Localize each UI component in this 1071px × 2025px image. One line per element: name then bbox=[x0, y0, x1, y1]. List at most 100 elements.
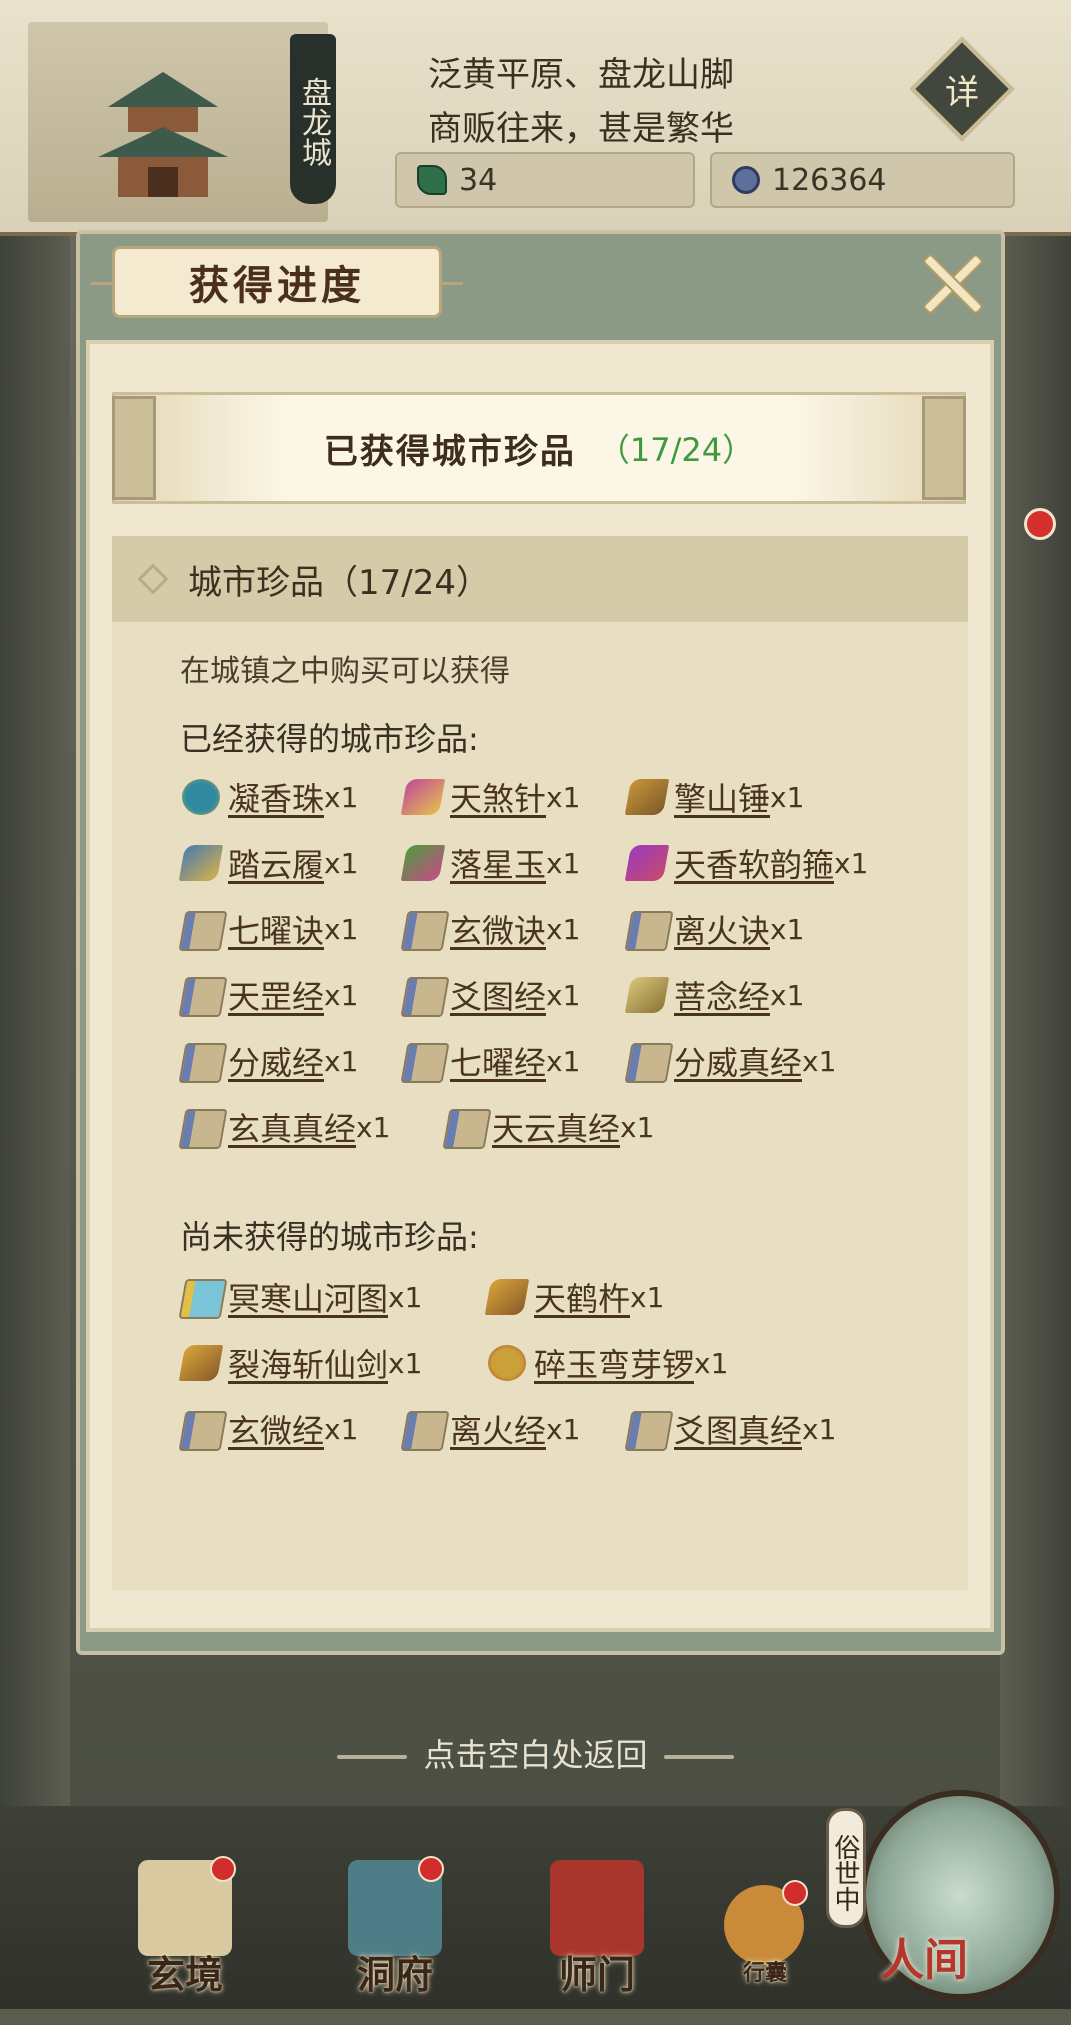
scroll-icon bbox=[176, 971, 228, 1019]
obtained-item[interactable]: 分威经 x1 bbox=[176, 1036, 358, 1086]
obtained-item[interactable]: 爻图经 x1 bbox=[398, 970, 580, 1020]
scroll-icon bbox=[398, 1405, 450, 1453]
banner-label: 已获得城市珍品 bbox=[323, 431, 576, 472]
jade-count: 34 bbox=[459, 162, 498, 198]
close-icon[interactable] bbox=[920, 252, 980, 312]
coin-icon bbox=[732, 166, 760, 194]
sword-icon bbox=[176, 1339, 224, 1387]
obtained-item[interactable]: 玄真真经 x1 bbox=[176, 1102, 390, 1152]
missing-item[interactable]: 裂海斩仙剑 x1 bbox=[176, 1338, 422, 1388]
ring-icon bbox=[622, 839, 670, 887]
obtained-item[interactable]: 踏云履 x1 bbox=[176, 838, 358, 888]
missing-item[interactable]: 爻图真经 x1 bbox=[622, 1404, 836, 1454]
missing-item[interactable]: 碎玉弯芽锣 x1 bbox=[482, 1338, 728, 1388]
scroll-icon bbox=[622, 1037, 674, 1085]
scroll-icon bbox=[622, 1405, 674, 1453]
missing-item[interactable]: 玄微经 x1 bbox=[176, 1404, 358, 1454]
obtained-item[interactable]: 菩念经 x1 bbox=[622, 970, 804, 1020]
obtained-item-name: 踏云履 bbox=[228, 846, 325, 884]
obtained-item[interactable]: 凝香珠 x1 bbox=[176, 772, 358, 822]
obtained-item-qty: x1 bbox=[770, 978, 805, 1012]
missing-item[interactable]: 离火经 x1 bbox=[398, 1404, 580, 1454]
pagoda-icon bbox=[98, 72, 228, 197]
scroll-icon bbox=[176, 905, 228, 953]
banner-count: （17/24） bbox=[597, 431, 755, 469]
hammer-icon bbox=[622, 773, 670, 821]
obtained-item-qty: x1 bbox=[324, 1044, 359, 1078]
scroll-icon bbox=[398, 1037, 450, 1085]
orb-icon bbox=[176, 773, 224, 821]
obtained-item-name: 天香软韵箍 bbox=[674, 846, 835, 884]
banner-flag-icon bbox=[550, 1860, 644, 1956]
scroll-icon bbox=[398, 905, 450, 953]
obtained-item[interactable]: 玄微诀 x1 bbox=[398, 904, 580, 954]
missing-item-qty: x1 bbox=[388, 1346, 423, 1380]
missing-item[interactable]: 冥寒山河图 x1 bbox=[176, 1272, 422, 1322]
obtained-item[interactable]: 七曜诀 x1 bbox=[176, 904, 358, 954]
obtained-item-name: 七曜经 bbox=[450, 1044, 547, 1082]
missing-item-name: 碎玉弯芽锣 bbox=[534, 1346, 695, 1384]
scroll-icon bbox=[622, 905, 674, 953]
obtained-item[interactable]: 天煞针 x1 bbox=[398, 772, 580, 822]
right-cloud-icon bbox=[663, 1755, 734, 1759]
scroll-icon bbox=[176, 1405, 228, 1453]
obtained-item-qty: x1 bbox=[620, 1110, 655, 1144]
scroll-icon bbox=[440, 1103, 492, 1151]
city-name-banner: 盘龙城 bbox=[290, 34, 336, 204]
missing-item[interactable]: 天鹤杵 x1 bbox=[482, 1272, 664, 1322]
obtained-item[interactable]: 擎山锤 x1 bbox=[622, 772, 804, 822]
obtained-item-qty: x1 bbox=[546, 978, 581, 1012]
nav-dongfu[interactable]: 洞府 bbox=[330, 1860, 460, 2000]
nav-shimen[interactable]: 师门 bbox=[532, 1860, 662, 2000]
obtained-item[interactable]: 分威真经 x1 bbox=[622, 1036, 836, 1086]
nav-dongfu-label: 洞府 bbox=[356, 1952, 433, 1997]
left-cloud-icon bbox=[337, 1755, 408, 1759]
missing-item-name: 天鹤杵 bbox=[534, 1280, 631, 1318]
obtained-item[interactable]: 天香软韵箍 x1 bbox=[622, 838, 868, 888]
obtained-item-name: 落星玉 bbox=[450, 846, 547, 884]
coin-currency: 126364 bbox=[710, 152, 1015, 208]
obtained-item-qty: x1 bbox=[324, 780, 359, 814]
obtained-item-name: 玄真真经 bbox=[228, 1110, 357, 1148]
obtained-item[interactable]: 七曜经 x1 bbox=[398, 1036, 580, 1086]
scroll-end-right bbox=[922, 396, 966, 500]
obtained-item-name: 分威真经 bbox=[674, 1044, 803, 1082]
detail-button[interactable]: 详 bbox=[909, 36, 1015, 142]
boots-icon bbox=[176, 839, 224, 887]
obtained-item-name: 七曜诀 bbox=[228, 912, 325, 950]
desc-line-2: 商贩往来，甚是繁华 bbox=[428, 109, 734, 149]
obtained-item-name: 离火诀 bbox=[674, 912, 771, 950]
scroll-end-left bbox=[112, 396, 156, 500]
book-icon bbox=[622, 971, 670, 1019]
nav-shimen-label: 师门 bbox=[558, 1952, 635, 1997]
city-description: 泛黄平原、盘龙山脚 商贩往来，甚是繁华 bbox=[428, 48, 734, 156]
obtained-item-name: 天罡经 bbox=[228, 978, 325, 1016]
obtained-item-qty: x1 bbox=[770, 780, 805, 814]
obtained-item[interactable]: 天云真经 x1 bbox=[440, 1102, 654, 1152]
obtained-item-qty: x1 bbox=[324, 912, 359, 946]
obtained-item-qty: x1 bbox=[324, 846, 359, 880]
xingnang-badge bbox=[782, 1880, 808, 1906]
coin-count: 126364 bbox=[772, 162, 887, 198]
obtained-item-name: 擎山锤 bbox=[674, 780, 771, 818]
obtained-item-name: 爻图经 bbox=[450, 978, 547, 1016]
obtained-item[interactable]: 天罡经 x1 bbox=[176, 970, 358, 1020]
back-hint[interactable]: 点击空白处返回 bbox=[0, 1730, 1071, 1776]
world-tag: 俗世中 bbox=[826, 1808, 866, 1928]
nav-xuanjing[interactable]: 玄境 bbox=[120, 1860, 250, 2000]
notification-dot bbox=[1024, 508, 1056, 540]
missing-item-qty: x1 bbox=[630, 1280, 665, 1314]
obtained-item[interactable]: 落星玉 x1 bbox=[398, 838, 580, 888]
xuanjing-badge bbox=[210, 1856, 236, 1882]
nav-xingnang[interactable]: 行囊 bbox=[710, 1885, 820, 2025]
obtained-item[interactable]: 离火诀 x1 bbox=[622, 904, 804, 954]
acquire-hint: 在城镇之中购买可以获得 bbox=[180, 654, 510, 689]
scroll-icon bbox=[398, 971, 450, 1019]
obtained-item-qty: x1 bbox=[546, 780, 581, 814]
obtained-item-qty: x1 bbox=[546, 846, 581, 880]
detail-label: 详 bbox=[945, 72, 979, 113]
jade-icon bbox=[417, 165, 447, 195]
missing-item-name: 玄微经 bbox=[228, 1412, 325, 1450]
right-scenery bbox=[1000, 236, 1071, 1806]
section-header[interactable]: 城市珍品（17/24） bbox=[112, 536, 968, 622]
